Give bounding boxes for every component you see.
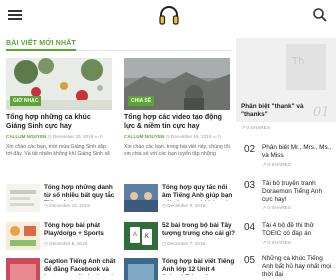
list-date: ◷ December 9, 2019: [162, 203, 206, 208]
comment-icon: ▭: [94, 134, 99, 139]
list-item[interactable]: Caption Tiếng Anh chất để đăng Facebook …: [6, 258, 118, 280]
feature-card[interactable]: GIỜ NHẠC Tổng hợp những ca khúc Giáng Si…: [6, 58, 112, 158]
author-name[interactable]: CALLUM NGUYEN: [6, 134, 46, 139]
category-badge[interactable]: CHIA SẺ: [128, 96, 155, 106]
list-thumbnail[interactable]: [6, 184, 40, 212]
post-date: December 19, 2019: [170, 134, 212, 139]
hamburger-icon[interactable]: [8, 10, 22, 20]
list-item[interactable]: Tổng hợp bài phát Play/do/go + Sports ◷ …: [6, 222, 118, 252]
share-count: ↗ 0 SHARES: [262, 241, 292, 246]
share-text: 0 SHARES: [267, 241, 292, 246]
comment-icon: ▭: [212, 134, 217, 139]
svg-text:A: A: [133, 232, 137, 238]
list-date-text: December 8, 2019: [49, 241, 88, 246]
feature-image[interactable]: CHIA SẺ: [124, 58, 230, 110]
list-date: ◷ December 7, 2019: [162, 241, 206, 246]
feature-meta: CALLUM NGUYEN ◷ December 19, 2019 ▭ 0: [124, 134, 230, 140]
sidebar-item-title[interactable]: Tải 4 bộ đề thi thử TOEIC có đáp án: [262, 222, 334, 238]
list-title[interactable]: Tổng hợp quy tắc nối âm Tiếng Anh giúp b…: [162, 184, 236, 201]
list-thumbnail[interactable]: AK: [124, 222, 158, 250]
list-thumbnail[interactable]: [124, 184, 158, 212]
section-title: BÀI VIẾT MỚI NHẤT: [6, 40, 77, 47]
sidebar-item-title[interactable]: Phân biệt Mr., Mrs., Ms., và Miss: [262, 144, 334, 160]
list-title[interactable]: 52 bài trong bộ bài Tây tượng trưng cho …: [162, 222, 236, 239]
comment-count: 0: [218, 134, 221, 139]
sidebar-item-title[interactable]: Tải bộ truyện tranh Doraemon Tiếng Anh c…: [262, 180, 334, 204]
share-text: 0 SHARES: [267, 206, 292, 211]
list-thumbnail[interactable]: [6, 258, 40, 280]
feature-card[interactable]: CHIA SẺ Tổng hợp các video tạo động lực …: [124, 58, 230, 158]
share-count: ↗ 0 SHARES: [241, 126, 271, 131]
rank-number: 05: [244, 255, 256, 266]
feature-excerpt: Xin chào các bạn, trong bài viết này, ch…: [124, 144, 230, 157]
feature-meta: CALLUM NGUYEN ◷ December 20, 2019 ▭ 0: [6, 134, 112, 140]
list-title[interactable]: Tổng hợp bài viết Tiếng Anh lớp 12 Unit …: [162, 258, 236, 275]
feature-excerpt: Xin chào các bạn, mời mùa Giáng Sinh sắp…: [6, 144, 110, 157]
list-item[interactable]: Tổng hợp bài viết Tiếng Anh lớp 12 Unit …: [124, 258, 236, 280]
headphones-icon[interactable]: [158, 4, 180, 26]
list-date-text: December 9, 2019: [167, 203, 206, 208]
site-header: [0, 0, 336, 32]
list-title[interactable]: Tổng hợp những danh từ số nhiều bất quy …: [44, 184, 118, 201]
sidebar-hero-title[interactable]: Phân biệt "thank" và "thanks": [241, 103, 311, 119]
list-thumbnail[interactable]: [6, 222, 40, 250]
rank-number: 04: [244, 222, 256, 233]
list-title[interactable]: Tổng hợp bài phát Play/do/go + Sports: [44, 222, 118, 239]
sidebar-item-title[interactable]: Những ca khúc Tiếng Anh bất hủ hay nhất …: [262, 255, 334, 279]
rank-number: 02: [244, 144, 256, 155]
feature-image[interactable]: GIỜ NHẠC: [6, 58, 112, 110]
rank-number: 03: [244, 180, 256, 191]
list-date: ◷ December 10, 2019: [44, 203, 90, 208]
rank-number: 01: [313, 105, 330, 120]
category-badge[interactable]: GIỜ NHẠC: [10, 96, 42, 106]
share-count: ↗ 0 SHARES: [262, 163, 292, 168]
svg-text:Th: Th: [291, 56, 304, 67]
list-item[interactable]: AK 52 bài trong bộ bài Tây tượng trưng c…: [124, 222, 236, 252]
list-date: ◷ December 8, 2019: [44, 241, 88, 246]
feature-title[interactable]: Tổng hợp các video tạo động lực & niềm t…: [124, 113, 230, 132]
share-text: 0 SHARES: [267, 163, 292, 168]
list-date-text: December 7, 2019: [167, 241, 206, 246]
list-title[interactable]: Caption Tiếng Anh chất để đăng Facebook …: [44, 258, 118, 275]
clock-icon: ◷: [47, 134, 52, 139]
feature-title[interactable]: Tổng hợp những ca khúc Giáng Sinh cực ha…: [6, 113, 112, 132]
author-name[interactable]: CALLUM NGUYEN: [124, 134, 164, 139]
post-date: December 20, 2019: [52, 134, 94, 139]
share-text: 0 SHARES: [246, 126, 271, 131]
list-item[interactable]: Tổng hợp những danh từ số nhiều bất quy …: [6, 184, 118, 214]
comment-count: 0: [100, 134, 103, 139]
share-count: ↗ 0 SHARES: [262, 206, 292, 211]
search-icon[interactable]: [312, 7, 328, 23]
list-date-text: December 10, 2019: [49, 203, 90, 208]
list-thumbnail[interactable]: [124, 258, 158, 280]
clock-icon: ◷: [165, 134, 170, 139]
svg-text:K: K: [145, 234, 149, 240]
list-item[interactable]: Tổng hợp quy tắc nối âm Tiếng Anh giúp b…: [124, 184, 236, 214]
section-accent-bar: [6, 49, 76, 51]
